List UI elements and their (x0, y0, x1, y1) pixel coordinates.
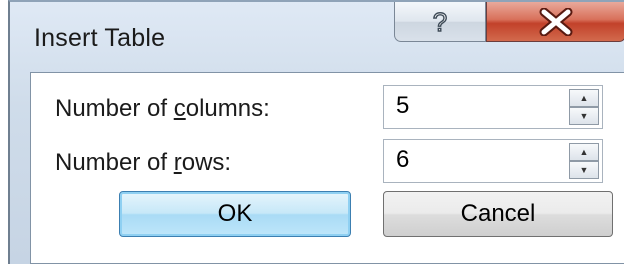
help-button[interactable]: ? (394, 2, 486, 42)
dialog-title: Insert Table (34, 24, 166, 52)
rows-label: Number of rows: (55, 149, 232, 176)
close-icon (539, 7, 573, 36)
close-button[interactable] (486, 2, 624, 42)
cancel-button[interactable]: Cancel (383, 191, 613, 237)
columns-label: Number of columns: (55, 95, 270, 122)
rows-increment-button[interactable]: ▲ (569, 143, 599, 161)
dialog-panel: Number of columns: 5 ▲ ▼ Number of rows:… (30, 72, 624, 264)
svg-text:?: ? (433, 7, 447, 37)
chevron-down-icon: ▼ (579, 164, 589, 175)
insert-table-dialog: Insert Table ? Number of columns: 5 ▲ ▼ … (8, 0, 624, 264)
help-icon: ? (432, 7, 448, 37)
columns-increment-button[interactable]: ▲ (569, 89, 599, 107)
rows-spinner-arrows: ▲ ▼ (569, 143, 599, 179)
rows-decrement-button[interactable]: ▼ (569, 161, 599, 179)
chevron-up-icon: ▲ (579, 92, 589, 103)
ok-button[interactable]: OK (119, 191, 351, 237)
columns-value[interactable]: 5 (396, 92, 409, 120)
columns-spinner[interactable]: 5 ▲ ▼ (383, 85, 603, 129)
chevron-down-icon: ▼ (579, 110, 589, 121)
columns-spinner-arrows: ▲ ▼ (569, 89, 599, 125)
rows-spinner[interactable]: 6 ▲ ▼ (383, 139, 603, 183)
chevron-up-icon: ▲ (579, 146, 589, 157)
rows-value[interactable]: 6 (396, 146, 409, 174)
columns-decrement-button[interactable]: ▼ (569, 107, 599, 125)
